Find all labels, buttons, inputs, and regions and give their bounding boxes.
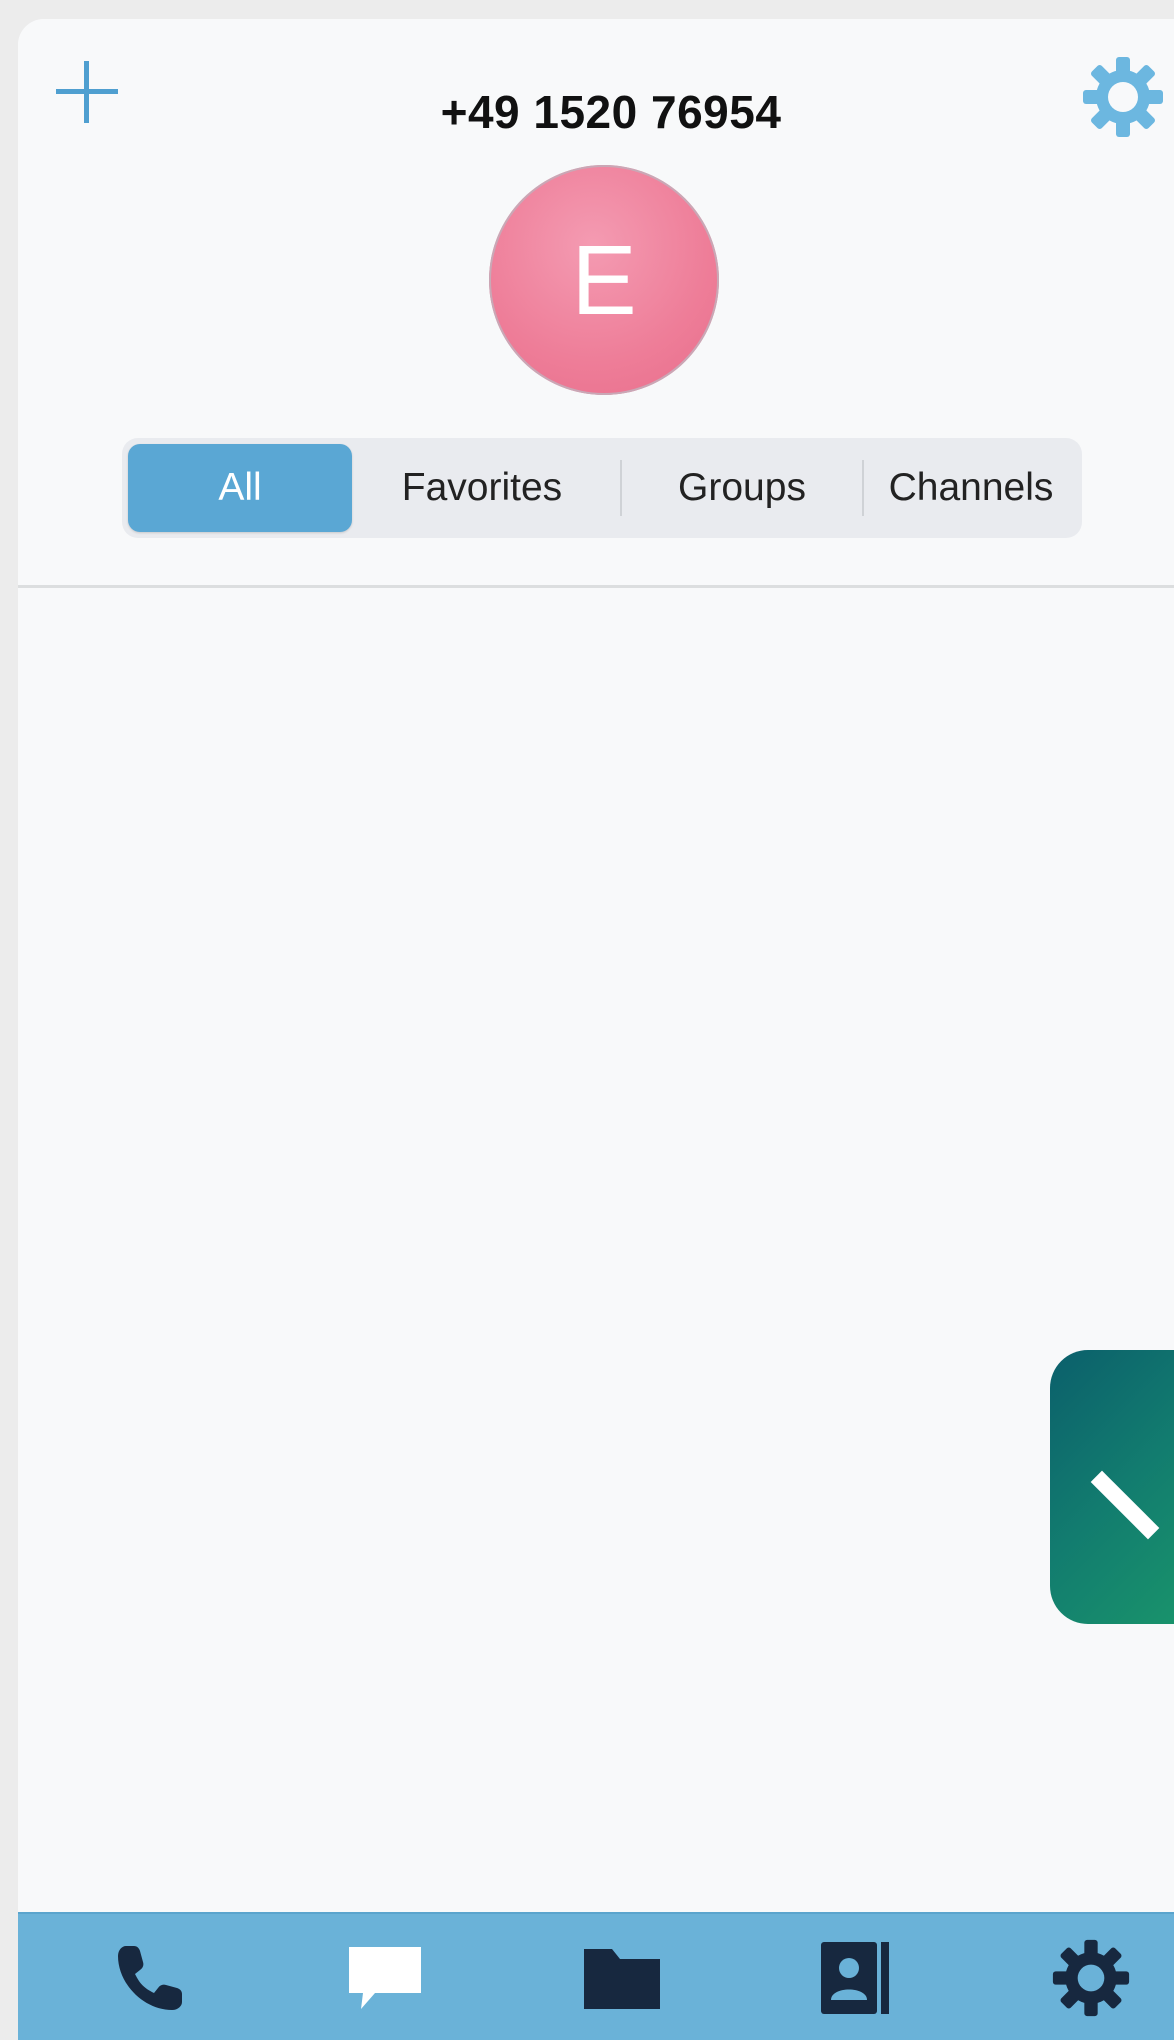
tab-settings[interactable] <box>1016 1914 1166 2040</box>
contacts-book-icon <box>821 1942 889 2014</box>
filter-segmented-control: All Favorites Groups Channels <box>122 438 1082 538</box>
page-title: +49 1520 76954 <box>440 86 782 138</box>
tab-contacts[interactable] <box>780 1914 930 2040</box>
folder-icon <box>584 1949 660 2009</box>
tab-files[interactable] <box>547 1914 697 2040</box>
tab-channels-label: Channels <box>888 466 1054 509</box>
tab-groups-label: Groups <box>678 466 806 509</box>
tab-all[interactable]: All <box>128 444 352 532</box>
tab-calls[interactable] <box>75 1914 225 2040</box>
avatar[interactable]: E <box>489 165 719 395</box>
tab-favorites-label: Favorites <box>401 466 563 509</box>
tab-channels[interactable]: Channels <box>864 444 1078 532</box>
avatar-initial: E <box>571 224 637 335</box>
phone-icon <box>118 1946 182 2010</box>
checkmark-icon <box>1090 1470 1160 1540</box>
chat-list-area <box>18 588 1174 1912</box>
chat-bubble-icon <box>349 1947 421 2009</box>
tab-chats[interactable] <box>310 1914 460 2040</box>
settings-button[interactable] <box>1081 55 1165 139</box>
bottom-tab-bar <box>18 1912 1174 2040</box>
confirm-fab-button[interactable] <box>1050 1350 1174 1624</box>
tab-favorites[interactable]: Favorites <box>364 444 600 532</box>
header: +49 1520 76954 E All Favorites Groups Ch… <box>18 19 1174 585</box>
gear-icon <box>1052 1939 1130 2017</box>
tab-all-label: All <box>218 466 262 509</box>
gear-icon <box>1083 57 1163 137</box>
app-screen: +49 1520 76954 E All Favorites Groups Ch… <box>18 19 1174 2040</box>
tab-groups[interactable]: Groups <box>622 444 862 532</box>
